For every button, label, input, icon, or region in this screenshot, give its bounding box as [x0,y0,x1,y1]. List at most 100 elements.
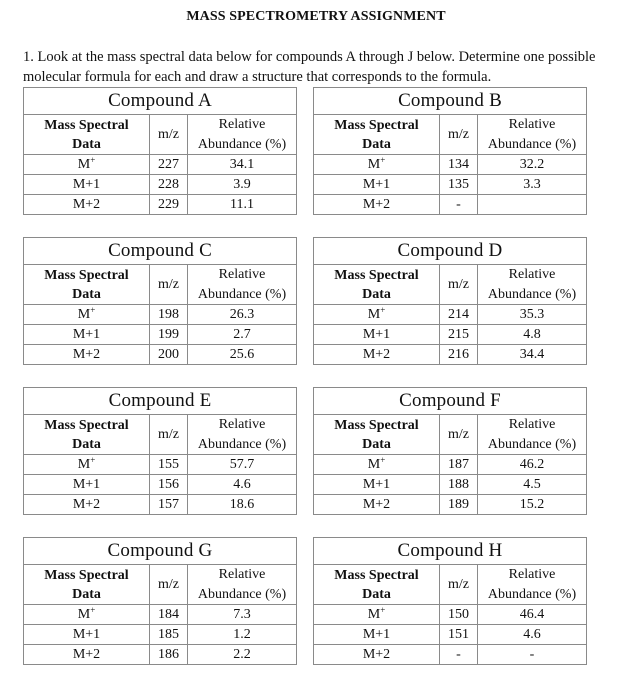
header-mz: m/z [149,564,188,605]
compound-name: Compound A [22,87,298,115]
row-label: M+2 [313,494,440,515]
header-mz: m/z [439,564,478,605]
table-header-row: Mass Spectral Data m/z Relative Abundance … [23,114,298,155]
table-row-m-plus-2: M+2 229 11.1 [23,194,298,215]
abundance-value: 3.3 [476,174,588,195]
table-header-row: Mass Spectral Data m/z Relative Abundance … [313,114,588,155]
row-label-text: M [77,457,91,472]
abundance-value: 18.6 [186,494,298,515]
row-label-superscript: + [380,305,386,315]
mz-value: 156 [149,474,188,495]
abundance-value: 4.5 [476,474,588,495]
table-row-m-plus: M+ 134 32.2 [313,154,588,175]
header-mass-spectral-data: Mass Spectral Data [23,414,150,455]
abundance-value: 15.2 [476,494,588,515]
mz-value: 216 [439,344,478,365]
table-caption-row: Compound A [22,87,298,115]
abundance-value: 11.1 [186,194,298,215]
header-relative-abundance: Relative Abundance (%) [476,114,588,155]
header-mz: m/z [439,264,478,305]
table-header-row: Mass Spectral Data m/z Relative Abundance … [313,414,588,455]
row-label: M+2 [23,194,150,215]
mz-value: - [439,644,478,665]
table-row-m-plus-1: M+1 228 3.9 [23,174,298,195]
header-text: Relative [508,417,556,432]
row-label: M+ [23,154,150,175]
table-caption-row: Compound B [312,87,588,115]
table-row-m-plus: M+ 184 7.3 [23,604,297,625]
mz-value: 200 [149,344,188,365]
row-label-text: M [367,607,381,622]
header-relative-abundance: Relative Abundance (%) [186,264,298,305]
header-text: Data [72,136,101,152]
row-label: M+2 [313,194,440,215]
table-row-m-plus: M+ 198 26.3 [23,304,298,325]
row-label-superscript: + [90,305,96,315]
row-label: M+ [313,154,440,175]
mz-value: 187 [439,454,478,475]
compound-name: Compound C [22,237,298,265]
header-text: Abundance (%) [487,436,577,452]
compound-name: Compound E [22,387,298,415]
table-row-m-plus: M+ 214 35.3 [313,304,587,325]
header-text: Data [72,436,101,452]
abundance-value: 2.2 [187,644,297,665]
header-text: Relative [218,267,266,282]
abundance-value: 2.7 [186,324,298,345]
compound-table-g: Compound G Mass Spectral Data m/z Relativ… [23,537,297,665]
header-text: Data [362,136,391,152]
header-text: Mass Spectral [334,117,419,133]
abundance-value: 4.6 [477,624,587,645]
table-row-m-plus-1: M+1 215 4.8 [313,324,587,345]
header-text: Data [72,286,101,302]
header-text: Data [362,286,391,302]
abundance-value: 32.2 [476,154,588,175]
header-text: Mass Spectral [44,267,129,283]
compound-name: Compound D [313,237,587,265]
page-title: MASS SPECTROMETRY ASSIGNMENT [186,9,446,24]
table-row-m-plus: M+ 227 34.1 [23,154,298,175]
abundance-value: 34.4 [477,344,587,365]
abundance-value: 46.4 [477,604,587,625]
header-text: Mass Spectral [44,567,129,583]
header-relative-abundance: Relative Abundance (%) [186,114,298,155]
row-label-superscript: + [380,155,386,165]
mz-value: 185 [149,624,188,645]
header-text: Abundance (%) [197,136,287,152]
abundance-value: 7.3 [187,604,297,625]
instructions-line-1: 1. Look at the mass spectral data below … [23,49,596,65]
mz-value: 155 [149,454,188,475]
header-text: Mass Spectral [334,267,419,283]
table-caption-row: Compound F [312,387,588,415]
abundance-value: 35.3 [477,304,587,325]
header-mz: m/z [439,114,478,155]
mz-value: 214 [439,304,478,325]
header-mass-spectral-data: Mass Spectral Data [313,264,440,305]
abundance-value: 46.2 [476,454,588,475]
abundance-value [476,194,588,215]
header-relative-abundance: Relative Abundance (%) [477,564,587,605]
row-label: M+ [23,454,150,475]
header-relative-abundance: Relative Abundance (%) [186,414,298,455]
row-label: M+1 [23,624,150,645]
abundance-value: 4.8 [477,324,587,345]
mz-value: 135 [439,174,478,195]
header-text: Data [72,586,101,602]
abundance-value: 3.9 [186,174,298,195]
mz-value: 151 [439,624,478,645]
table-row-m-plus: M+ 155 57.7 [23,454,298,475]
row-label: M+2 [23,494,150,515]
row-label: M+1 [313,174,440,195]
mz-value: 189 [439,494,478,515]
row-label-text: M [367,157,381,172]
row-label: M+ [23,604,150,625]
header-text: Relative [218,567,266,582]
header-mass-spectral-data: Mass Spectral Data [23,264,150,305]
abundance-value: 1.2 [187,624,297,645]
header-relative-abundance: Relative Abundance (%) [476,414,588,455]
compound-table-h: Compound H Mass Spectral Data m/z Relativ… [313,537,587,665]
table-row-m-plus-2: M+2 157 18.6 [23,494,298,515]
table-row-m-plus-1: M+1 199 2.7 [23,324,298,345]
table-row-m-plus-1: M+1 188 4.5 [313,474,588,495]
row-label-superscript: + [90,455,96,465]
